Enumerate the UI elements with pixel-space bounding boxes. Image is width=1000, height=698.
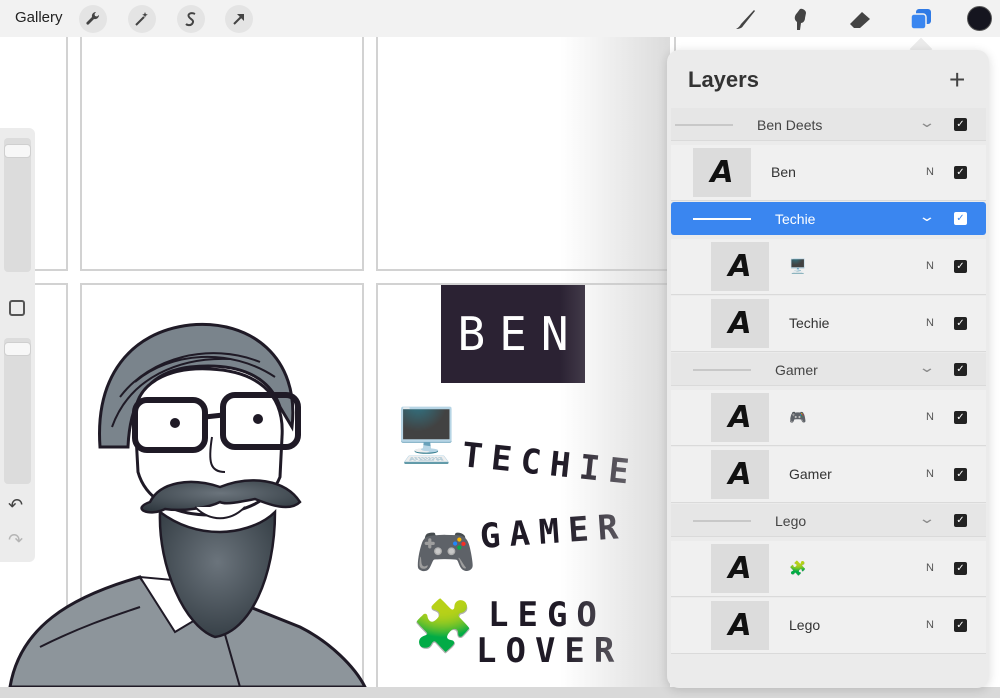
- layer-row[interactable]: A 🖥️ N ✓: [671, 239, 986, 295]
- layer-group-row[interactable]: Lego ⌄ ✓: [671, 504, 986, 537]
- chevron-down-icon[interactable]: ⌄: [918, 114, 936, 131]
- blend-mode-button[interactable]: N: [926, 411, 934, 423]
- visibility-checkbox[interactable]: ✓: [954, 260, 967, 273]
- layer-thumbnail: A: [711, 242, 769, 291]
- visibility-checkbox[interactable]: ✓: [954, 212, 967, 225]
- visibility-checkbox[interactable]: ✓: [954, 411, 967, 424]
- side-controls: ↶ ↷: [0, 128, 35, 562]
- chevron-down-icon[interactable]: ⌄: [918, 359, 936, 376]
- blend-mode-button[interactable]: N: [926, 468, 934, 480]
- selection-s-icon[interactable]: [177, 5, 205, 33]
- group-indicator: [693, 218, 751, 220]
- canvas-shadow: [560, 37, 670, 687]
- layer-row[interactable]: A Gamer N ✓: [671, 447, 986, 503]
- group-name: Techie: [775, 211, 816, 227]
- arrow-icon[interactable]: [225, 5, 253, 33]
- color-picker-button[interactable]: [967, 6, 992, 31]
- blend-mode-button[interactable]: N: [926, 166, 934, 178]
- layer-thumbnail: A: [711, 299, 769, 348]
- visibility-checkbox[interactable]: ✓: [954, 514, 967, 527]
- layer-thumbnail: A: [711, 450, 769, 499]
- smudge-icon[interactable]: [786, 4, 816, 34]
- visibility-checkbox[interactable]: ✓: [954, 619, 967, 632]
- magic-wand-icon[interactable]: [128, 5, 156, 33]
- layer-row[interactable]: A 🧩 N ✓: [671, 541, 986, 597]
- opacity-thumb[interactable]: [4, 342, 31, 356]
- gamepad-sticker: 🎮: [414, 524, 477, 580]
- blend-mode-button[interactable]: N: [926, 260, 934, 272]
- visibility-checkbox[interactable]: ✓: [954, 562, 967, 575]
- layer-name: 🖥️: [789, 258, 807, 274]
- gallery-button[interactable]: Gallery: [15, 9, 63, 26]
- portrait-illustration: [8, 322, 367, 687]
- brush-icon[interactable]: [730, 4, 760, 34]
- layer-thumbnail: A: [711, 544, 769, 593]
- layer-name: Ben: [771, 164, 796, 180]
- group-name: Gamer: [775, 362, 818, 378]
- brush-size-thumb[interactable]: [4, 144, 31, 158]
- layers-panel: Layers + Ben Deets ⌄ ✓ A Ben N ✓ Techie ⌄ ✓ A 🖥️ N ✓ A…: [667, 50, 989, 688]
- undo-icon[interactable]: ↶: [8, 495, 23, 516]
- layers-title: Layers: [688, 67, 759, 92]
- blend-mode-button[interactable]: N: [926, 317, 934, 329]
- group-name: Ben Deets: [757, 117, 823, 133]
- layer-group-row[interactable]: Ben Deets ⌄ ✓: [671, 108, 986, 141]
- layer-name: 🎮: [789, 409, 807, 425]
- layer-thumbnail: A: [711, 601, 769, 650]
- visibility-checkbox[interactable]: ✓: [954, 118, 967, 131]
- layer-thumbnail: A: [693, 148, 751, 197]
- layer-row[interactable]: A Techie N ✓: [671, 296, 986, 352]
- layer-name: Techie: [789, 315, 830, 331]
- blend-mode-button[interactable]: N: [926, 619, 934, 631]
- add-layer-button[interactable]: +: [949, 64, 965, 96]
- brush-size-slider[interactable]: [4, 138, 31, 272]
- group-name: Lego: [775, 513, 807, 529]
- layer-name: 🧩: [789, 560, 807, 576]
- opacity-slider[interactable]: [4, 338, 31, 484]
- eraser-icon[interactable]: [845, 4, 875, 34]
- comic-panel: [80, 37, 364, 271]
- blend-mode-button[interactable]: N: [926, 562, 934, 574]
- visibility-checkbox[interactable]: ✓: [954, 468, 967, 481]
- group-indicator: [675, 124, 733, 126]
- chevron-down-icon[interactable]: ⌄: [918, 208, 936, 225]
- layer-name: Lego: [789, 617, 821, 633]
- layer-row[interactable]: A 🎮 N ✓: [671, 390, 986, 446]
- layer-name: Gamer: [789, 466, 832, 482]
- layer-row[interactable]: A Lego N ✓: [671, 598, 986, 654]
- group-indicator: [693, 520, 751, 522]
- top-toolbar: Gallery: [0, 0, 1000, 37]
- visibility-checkbox[interactable]: ✓: [954, 166, 967, 179]
- puzzle-sticker: 🧩: [412, 598, 475, 654]
- redo-icon[interactable]: ↷: [8, 530, 23, 551]
- layer-thumbnail: A: [711, 393, 769, 442]
- layers-icon[interactable]: [906, 4, 936, 34]
- visibility-checkbox[interactable]: ✓: [954, 317, 967, 330]
- visibility-checkbox[interactable]: ✓: [954, 363, 967, 376]
- computer-sticker: 🖥️: [394, 407, 459, 465]
- modify-button[interactable]: [9, 300, 25, 316]
- layer-row[interactable]: A Ben N ✓: [671, 145, 986, 201]
- layer-group-row[interactable]: Techie ⌄ ✓: [671, 202, 986, 235]
- layer-group-row[interactable]: Gamer ⌄ ✓: [671, 353, 986, 386]
- chevron-down-icon[interactable]: ⌄: [918, 510, 936, 527]
- wrench-icon[interactable]: [79, 5, 107, 33]
- group-indicator: [693, 369, 751, 371]
